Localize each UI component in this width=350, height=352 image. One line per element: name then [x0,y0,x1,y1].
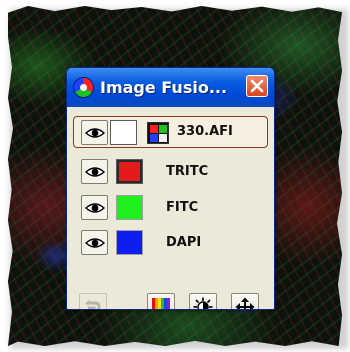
eye-icon [85,203,105,213]
move-arrows-icon [235,297,255,309]
brightness-contrast-icon [193,297,213,309]
channel-color-swatch[interactable] [116,159,143,184]
eye-icon [85,238,105,248]
channel-color-swatch[interactable] [110,120,137,145]
channel-row-dapi[interactable]: DAPI [67,227,274,258]
lut-cell-blue [150,134,158,142]
channel-label: FITC [166,200,199,215]
close-button[interactable] [246,75,268,97]
color-spectrum-button[interactable] [147,293,175,309]
title-bar[interactable]: Image Fusio... [67,68,274,107]
channel-label: 330.AFI [177,124,233,139]
channel-label: DAPI [166,235,202,250]
visibility-toggle[interactable] [81,230,108,255]
eye-icon [85,128,105,138]
move-button[interactable] [231,293,259,309]
undo-arrow-icon [85,300,101,309]
image-fusion-window: Image Fusio... 330.AFI TRITC FITC DAPI [66,67,275,310]
channel-row-tritc[interactable]: TRITC [67,156,274,187]
brightness-contrast-button[interactable] [189,293,217,309]
color-lut-button[interactable] [147,122,169,144]
color-spectrum-icon [152,298,170,309]
channel-row-330-afi[interactable]: 330.AFI [73,116,268,148]
undo-button[interactable] [79,293,107,309]
channel-row-fitc[interactable]: FITC [67,192,274,223]
visibility-toggle[interactable] [81,195,108,220]
visibility-toggle[interactable] [81,159,108,184]
eye-icon [85,167,105,177]
lut-cell-green [159,125,167,133]
rgb-fusion-icon [74,78,93,97]
lut-cell-red [150,125,158,133]
channel-color-swatch[interactable] [116,230,143,255]
channel-color-swatch[interactable] [116,195,143,220]
window-body: 330.AFI TRITC FITC DAPI [67,107,274,309]
window-title: Image Fusio... [100,78,228,97]
lut-cell-white [159,134,167,142]
close-icon [250,79,264,93]
visibility-toggle[interactable] [81,120,108,145]
channel-label: TRITC [166,164,209,179]
